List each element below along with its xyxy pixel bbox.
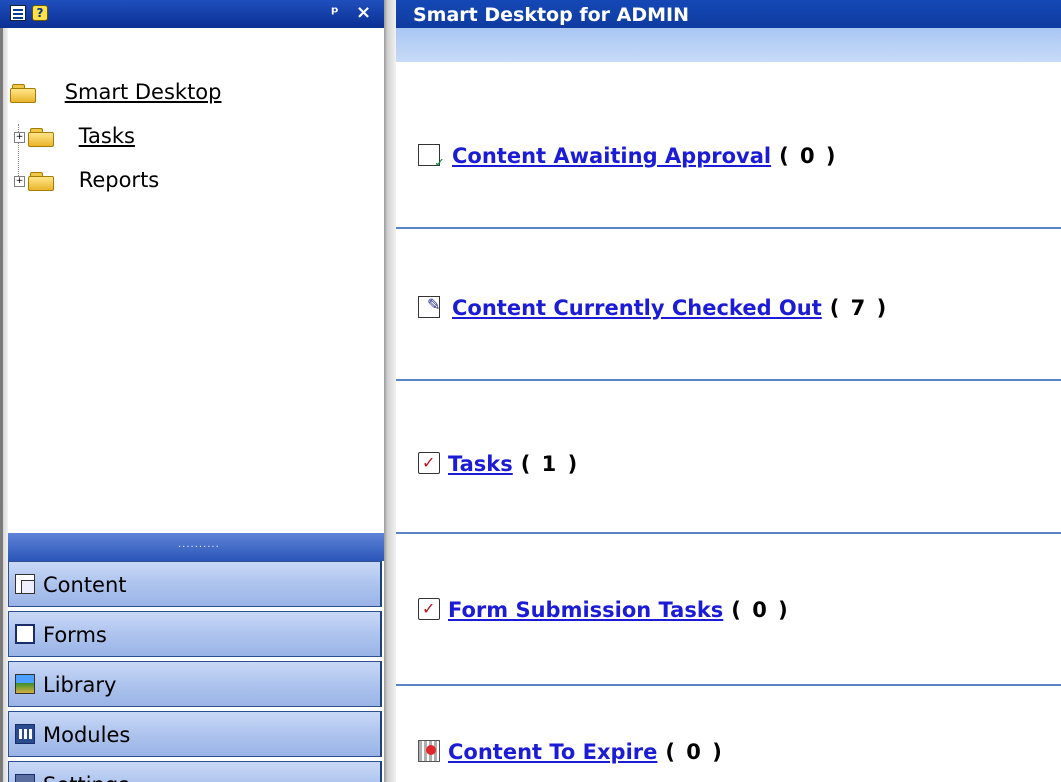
list-view-icon[interactable] <box>10 5 26 21</box>
tasks-link[interactable]: Tasks <box>448 452 513 476</box>
expand-icon[interactable]: + <box>14 176 25 187</box>
content-to-expire-link[interactable]: Content To Expire <box>448 740 657 764</box>
smart-desktop-item-tasks: Tasks ( 1 ) <box>418 452 579 476</box>
nav-button-label: Modules <box>43 723 131 747</box>
settings-icon <box>15 774 35 782</box>
section-divider <box>396 227 1061 229</box>
item-count: ( 0 ) <box>665 740 724 764</box>
item-count: ( 0 ) <box>779 144 838 168</box>
section-divider <box>396 532 1061 534</box>
folder-open-icon <box>10 83 36 103</box>
right-pane: Smart Desktop for ADMIN Content Awaiting… <box>396 0 1061 782</box>
left-pane-header: ? ᵖ × <box>0 0 384 28</box>
smart-desktop-item-expire: Content To Expire ( 0 ) <box>418 740 724 764</box>
left-pane-border <box>0 0 8 782</box>
checkout-icon <box>418 295 440 318</box>
task-icon <box>418 598 440 620</box>
nav-button-label: Forms <box>43 623 107 647</box>
form-submission-tasks-link[interactable]: Form Submission Tasks <box>448 598 723 622</box>
nav-button-label: Settings <box>43 773 129 782</box>
tree-item-reports[interactable]: + Reports <box>14 168 159 192</box>
smart-desktop-item-approval: Content Awaiting Approval ( 0 ) <box>418 144 838 171</box>
tree-item-smart-desktop[interactable]: Smart Desktop <box>10 80 222 104</box>
section-divider <box>396 379 1061 381</box>
content-awaiting-approval-link[interactable]: Content Awaiting Approval <box>452 144 771 168</box>
content-checked-out-link[interactable]: Content Currently Checked Out <box>452 296 822 320</box>
nav-button-library[interactable]: Library <box>8 661 382 707</box>
task-icon <box>418 452 440 474</box>
forms-icon <box>15 624 35 644</box>
content-icon <box>15 574 35 594</box>
pane-divider[interactable] <box>384 0 396 782</box>
item-count: ( 0 ) <box>731 598 790 622</box>
section-divider <box>396 684 1061 686</box>
nav-button-modules[interactable]: Modules <box>8 711 382 757</box>
smart-desktop-item-form-tasks: Form Submission Tasks ( 0 ) <box>418 598 790 622</box>
item-count: ( 1 ) <box>520 452 580 476</box>
item-count: ( 7 ) <box>829 296 889 320</box>
tree-item-tasks[interactable]: + Tasks <box>14 124 135 148</box>
nav-button-settings[interactable]: Settings <box>8 761 382 782</box>
pane-splitter[interactable]: .......... <box>8 533 384 561</box>
nav-button-content[interactable]: Content <box>8 561 382 607</box>
smart-desktop-item-checked-out: Content Currently Checked Out ( 7 ) <box>418 295 889 320</box>
right-pane-header: Smart Desktop for ADMIN <box>396 0 1061 62</box>
tree-item-label[interactable]: Reports <box>79 168 160 192</box>
library-icon <box>15 674 35 694</box>
nav-button-label: Content <box>43 573 127 597</box>
modules-icon <box>15 724 35 744</box>
tree-item-label[interactable]: Smart Desktop <box>65 80 222 104</box>
approval-icon <box>418 144 445 171</box>
page-title: Smart Desktop for ADMIN <box>413 4 689 26</box>
nav-button-forms[interactable]: Forms <box>8 611 382 657</box>
help-icon[interactable]: ? <box>32 5 48 21</box>
pin-icon[interactable]: ᵖ <box>331 3 339 22</box>
left-pane: ? ᵖ × Smart Desktop + Tasks + Reports ..… <box>0 0 385 782</box>
nav-button-label: Library <box>43 673 117 697</box>
close-icon[interactable]: × <box>356 2 371 23</box>
splitter-grip: .......... <box>178 539 220 550</box>
folder-icon <box>28 171 54 191</box>
expand-icon[interactable]: + <box>14 132 25 143</box>
folder-icon <box>28 127 54 147</box>
tree-item-label[interactable]: Tasks <box>79 124 135 148</box>
expire-icon <box>418 740 440 762</box>
